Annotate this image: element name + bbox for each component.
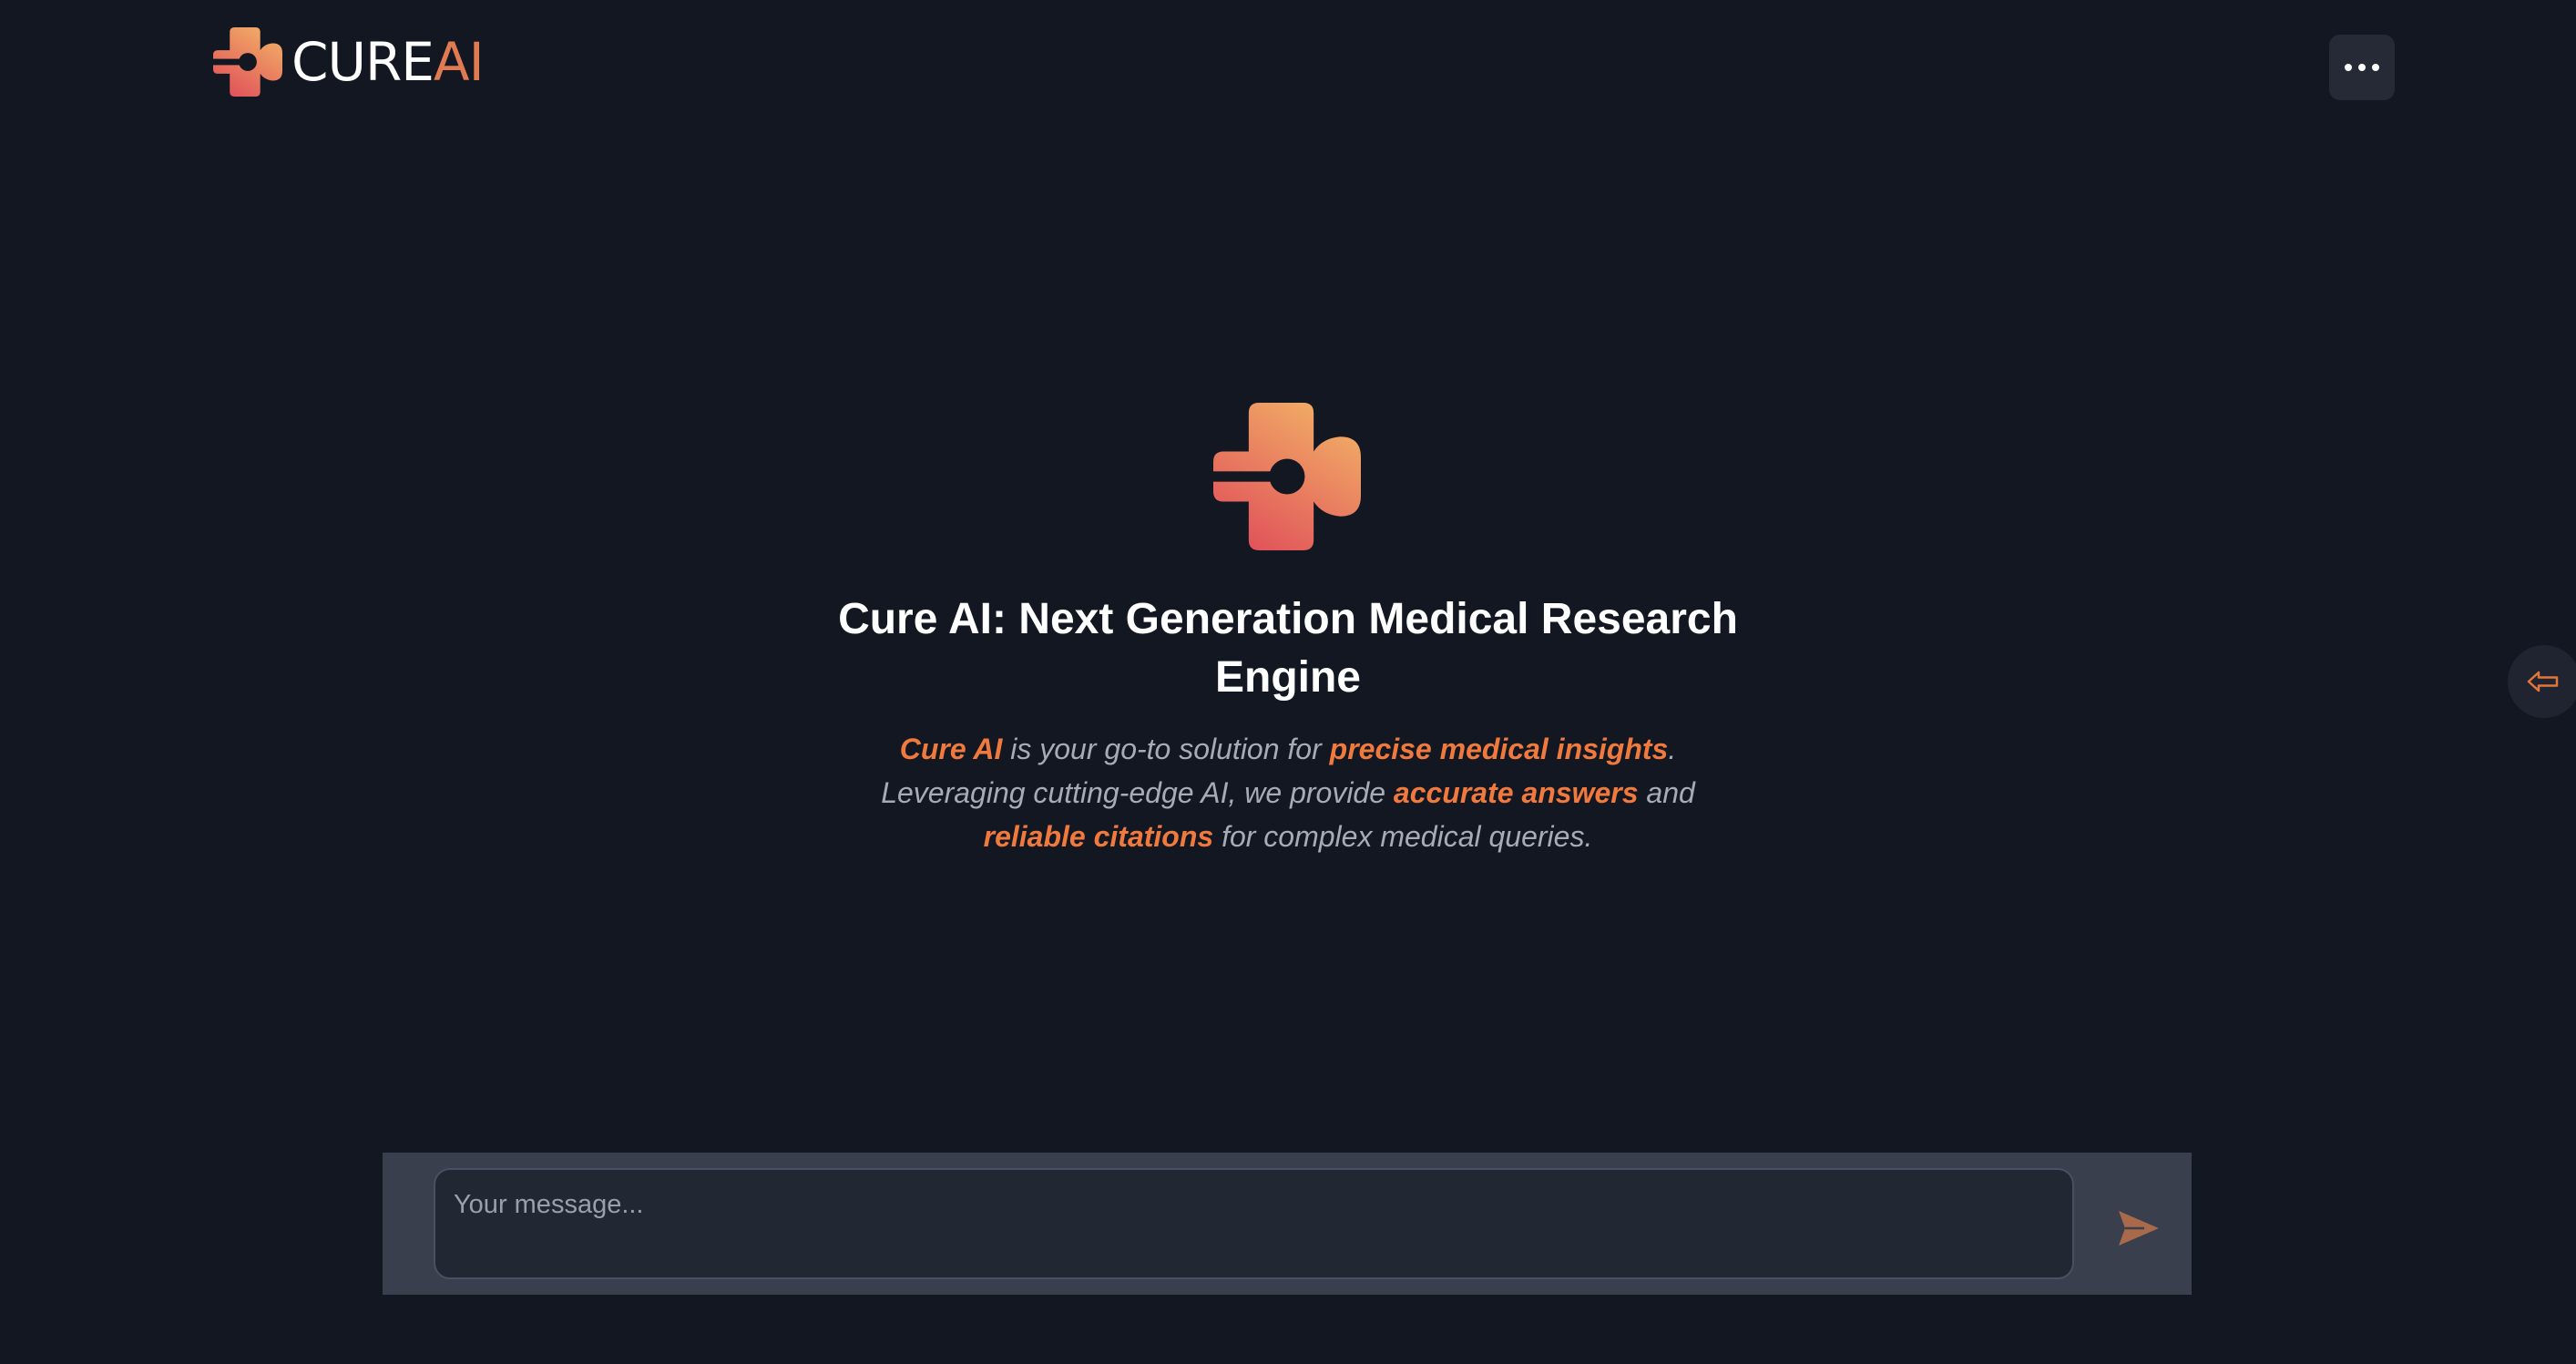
hero-text: is your go-to solution for: [1002, 733, 1330, 765]
app-page: CURE AI Cure AI: Next Generation Medical…: [0, 0, 2576, 1364]
hero-highlight: precise medical insights: [1329, 733, 1669, 765]
hero-text: for complex medical queries.: [1213, 820, 1593, 853]
hero-highlight: Cure AI: [899, 733, 1003, 765]
brand-name: CURE AI: [291, 31, 485, 93]
brand-logo-link[interactable]: CURE AI: [213, 27, 485, 97]
hero-text: and: [1638, 776, 1695, 809]
more-menu-button[interactable]: [2329, 35, 2395, 100]
send-button[interactable]: [2110, 1196, 2168, 1251]
cure-ai-logo-icon: [213, 27, 282, 97]
hero-logo-icon: [1213, 403, 1361, 550]
brand-name-part1: CURE: [291, 31, 434, 93]
brand-name-part2: AI: [433, 31, 485, 93]
hero-description: Cure AI is your go-to solution for preci…: [833, 727, 1743, 858]
hero-highlight: reliable citations: [983, 820, 1214, 853]
hero-title: Cure AI: Next Generation Medical Researc…: [838, 595, 1738, 702]
hero-highlight: accurate answers: [1393, 776, 1639, 809]
more-horizontal-icon: [2345, 64, 2379, 71]
arrow-left-outline-icon: [2527, 671, 2559, 692]
send-icon: [2119, 1210, 2159, 1246]
message-input[interactable]: [434, 1168, 2074, 1279]
message-composer: [383, 1153, 2192, 1295]
side-panel-toggle-button[interactable]: [2508, 645, 2576, 718]
